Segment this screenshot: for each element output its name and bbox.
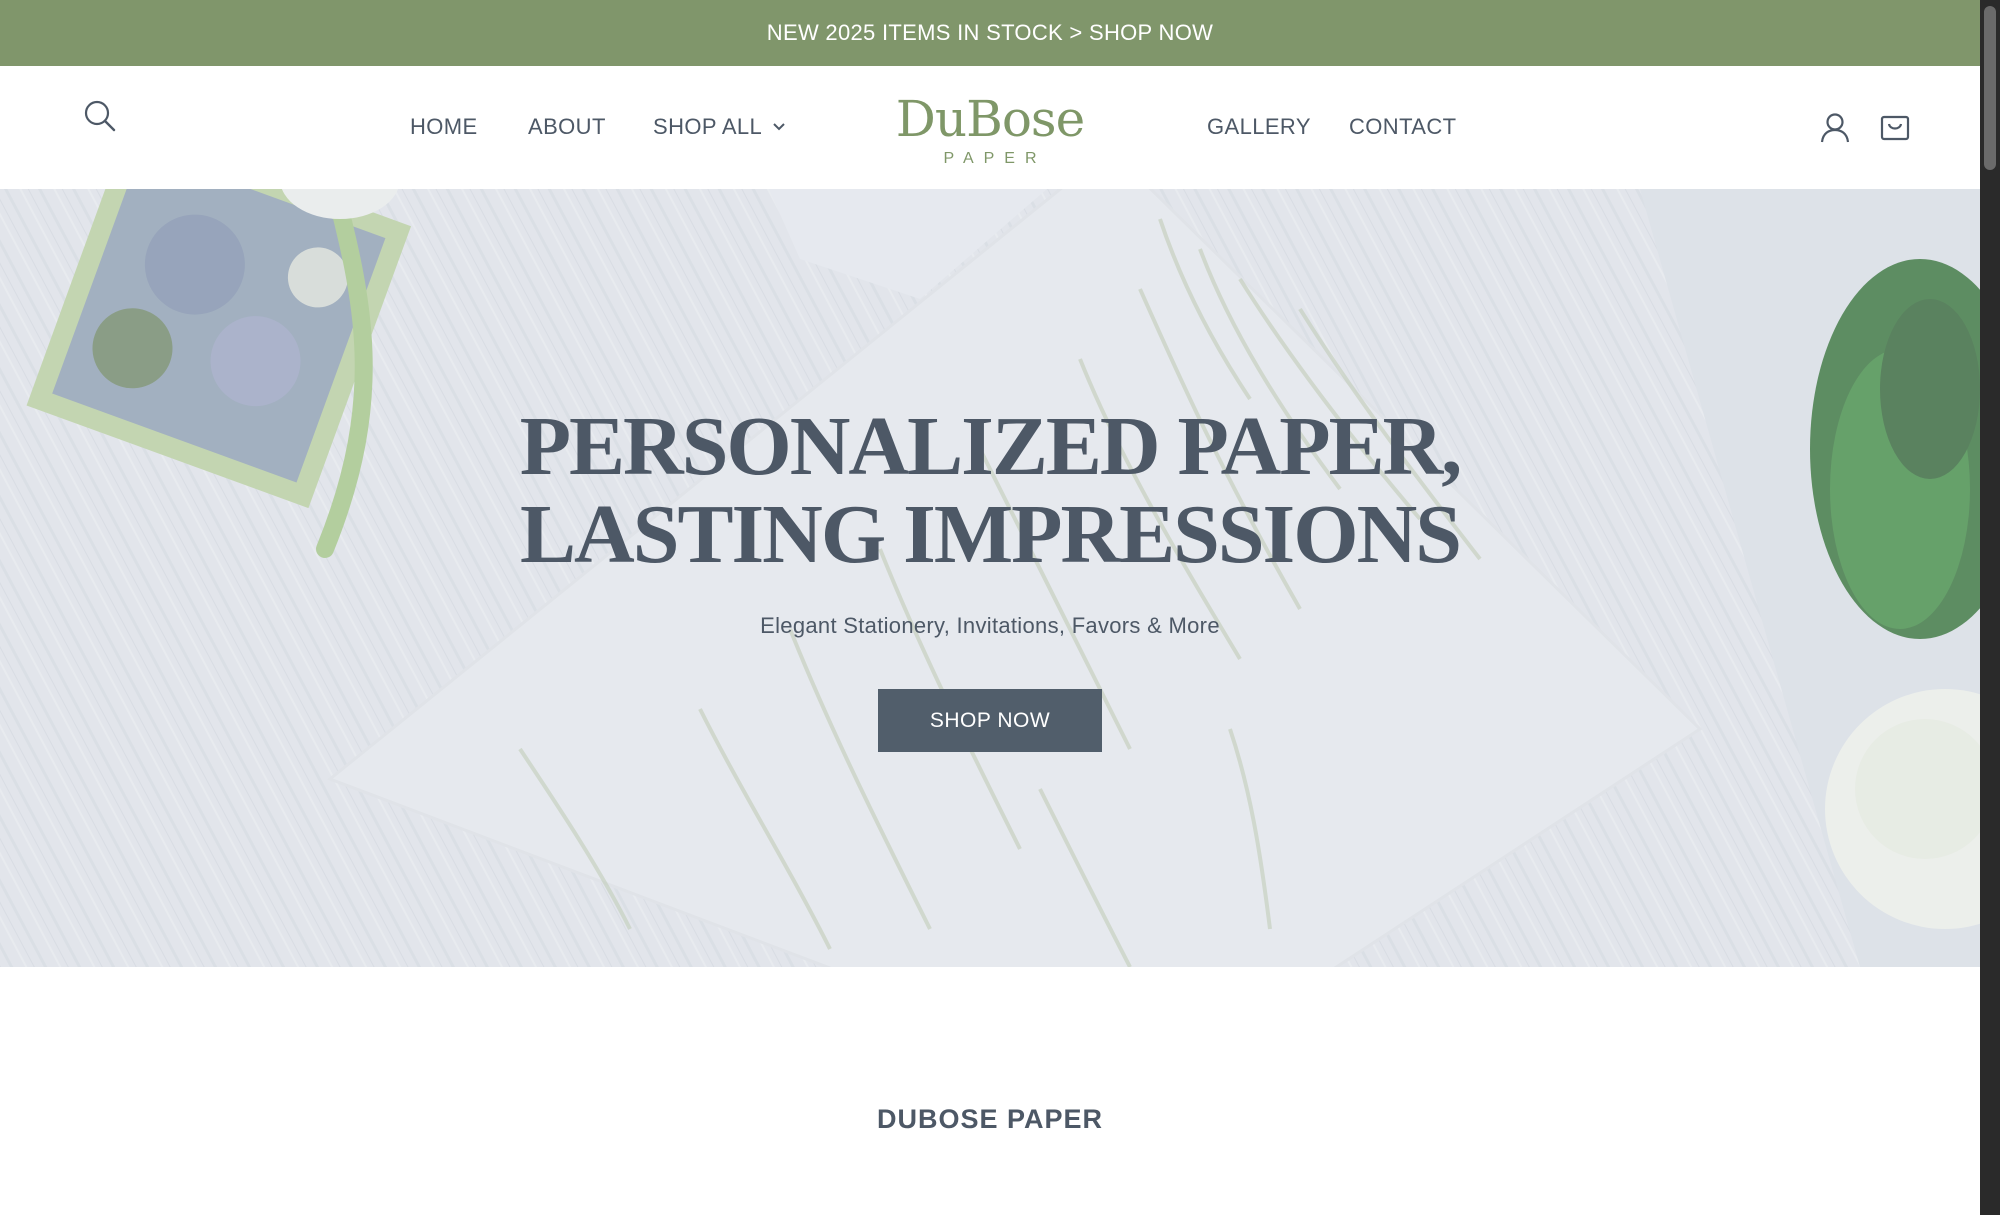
search-icon: [84, 100, 116, 132]
hero-subtitle: Elegant Stationery, Invitations, Favors …: [760, 613, 1220, 638]
nav-about[interactable]: ABOUT: [528, 114, 606, 140]
search-button[interactable]: [78, 94, 122, 138]
nav-gallery[interactable]: GALLERY: [1207, 114, 1311, 140]
brand-logo[interactable]: DuBose PAPER: [880, 86, 1100, 182]
page-scrollbar[interactable]: [1980, 0, 2000, 1215]
announcement-bar: NEW 2025 ITEMS IN STOCK > SHOP NOW: [0, 0, 1980, 66]
nav-home[interactable]: HOME: [410, 114, 478, 140]
scrollbar-thumb[interactable]: [1984, 6, 1996, 170]
cart-icon: [1880, 115, 1910, 141]
cart-button[interactable]: [1874, 106, 1916, 148]
nav-shop-all-label: SHOP ALL: [653, 114, 763, 139]
announcement-link[interactable]: NEW 2025 ITEMS IN STOCK > SHOP NOW: [767, 20, 1213, 46]
logo-wordmark: DuBose: [895, 90, 1085, 148]
account-icon: [1820, 113, 1850, 143]
account-button[interactable]: [1814, 106, 1856, 148]
hero-banner: PERSONALIZED PAPER, LASTING IMPRESSIONS …: [0, 189, 1980, 967]
shop-now-button[interactable]: SHOP NOW: [878, 689, 1102, 752]
section-title: DUBOSE PAPER: [876, 1104, 1104, 1134]
nav-contact[interactable]: CONTACT: [1349, 114, 1457, 140]
site-header: HOME ABOUT SHOP ALL DuBose PAPER GALLERY…: [0, 66, 1980, 189]
hero-title: PERSONALIZED PAPER, LASTING IMPRESSIONS: [519, 400, 1463, 581]
logo-subtitle: PAPER: [943, 150, 1047, 167]
chevron-down-icon: [772, 122, 786, 132]
page: NEW 2025 ITEMS IN STOCK > SHOP NOW HOME …: [0, 0, 1980, 1215]
nav-shop-all[interactable]: SHOP ALL: [653, 114, 786, 140]
